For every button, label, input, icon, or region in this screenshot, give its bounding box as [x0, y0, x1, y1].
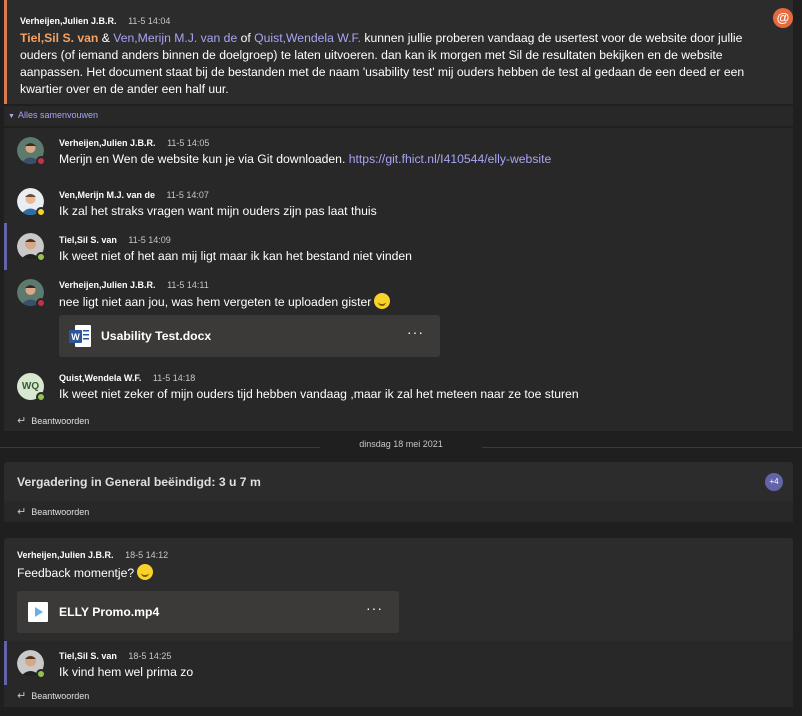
- video-file-icon: [28, 602, 48, 622]
- avatar[interactable]: [17, 188, 46, 217]
- reply-label: Beantwoorden: [31, 507, 90, 517]
- file-name: ELLY Promo.mp4: [59, 605, 160, 619]
- timestamp: 11-5 14:11: [167, 280, 209, 290]
- reply-message[interactable]: Verheijen,Julien J.B.R. 11-5 14:05 Merij…: [4, 128, 793, 179]
- message-text: Ik zal het straks vragen want mijn ouder…: [59, 204, 377, 218]
- author-name: Tiel,Sil S. van: [59, 651, 117, 661]
- message-header: Tiel,Sil S. van 11-5 14:09: [59, 235, 171, 245]
- message-header: Ven,Merijn M.J. van de 11-5 14:07: [59, 190, 209, 200]
- message-header: Verheijen,Julien J.B.R. 11-5 14:11: [59, 280, 209, 290]
- message-body: Feedback momentje?: [17, 564, 154, 580]
- reply-message[interactable]: Tiel,Sil S. van 11-5 14:09 Ik weet niet …: [4, 223, 793, 270]
- git-link[interactable]: https://git.fhict.nl/I410544/elly-websit…: [349, 152, 552, 166]
- file-name: Usability Test.docx: [101, 329, 212, 343]
- author-name: Verheijen,Julien J.B.R.: [59, 280, 156, 290]
- reply-arrow-icon: ↵: [17, 506, 27, 518]
- message-header: Quist,Wendela W.F. 11-5 14:18: [59, 373, 195, 383]
- author-name: Verheijen,Julien J.B.R.: [17, 550, 114, 560]
- root-message[interactable]: Verheijen,Julien J.B.R. 18-5 14:12 Feedb…: [4, 538, 793, 641]
- mention-merijn[interactable]: Ven,Merijn M.J. van de: [113, 31, 237, 45]
- at-mention-icon: @: [773, 8, 793, 28]
- reply-arrow-icon: ↵: [17, 415, 27, 427]
- reply-label: Beantwoorden: [31, 691, 90, 701]
- author-name: Verheijen,Julien J.B.R.: [59, 138, 156, 148]
- message-header: Verheijen,Julien J.B.R. 11-5 14:04: [20, 16, 170, 26]
- reply-button[interactable]: ↵ Beantwoorden: [17, 689, 89, 702]
- author-name: Verheijen,Julien J.B.R.: [20, 16, 117, 26]
- collapse-all-button[interactable]: ▼ Alles samenvouwen: [4, 106, 793, 126]
- thinking-emoji-icon: [374, 293, 391, 309]
- collapse-label: Alles samenvouwen: [17, 110, 98, 120]
- participants-badge[interactable]: +4: [765, 473, 783, 491]
- presence-available-icon: [36, 669, 46, 679]
- svg-text:W: W: [71, 332, 80, 342]
- message-text: Ik weet niet of het aan mij ligt maar ik…: [59, 249, 412, 263]
- presence-busy-icon: [36, 156, 46, 166]
- meeting-ended-card[interactable]: Vergadering in General beëindigd: 3 u 7 …: [4, 462, 793, 522]
- reply-message[interactable]: Verheijen,Julien J.B.R. 11-5 14:11 nee l…: [4, 270, 793, 366]
- meeting-footer: ↵ Beantwoorden: [4, 501, 793, 522]
- date-divider: dinsdag 18 mei 2021: [0, 439, 802, 455]
- file-attachment[interactable]: ELLY Promo.mp4 ···: [17, 591, 399, 633]
- timestamp: 11-5 14:09: [128, 235, 171, 245]
- message-body: Tiel,Sil S. van & Ven,Merijn M.J. van de…: [20, 30, 780, 98]
- avatar[interactable]: [17, 137, 46, 166]
- chevron-down-icon: ▼: [8, 113, 15, 120]
- reply-message[interactable]: Ven,Merijn M.J. van de 11-5 14:07 Ik zal…: [4, 179, 793, 223]
- avatar[interactable]: WQ: [17, 373, 46, 402]
- avatar[interactable]: [17, 279, 46, 308]
- message-text: Ik vind hem wel prima zo: [59, 665, 194, 679]
- smile-emoji-icon: [137, 564, 154, 580]
- message-header: Verheijen,Julien J.B.R. 18-5 14:12: [17, 550, 168, 560]
- file-attachment[interactable]: W Usability Test.docx ···: [59, 315, 440, 357]
- timestamp: 18-5 14:25: [128, 651, 172, 661]
- message-text: Feedback momentje?: [17, 566, 135, 580]
- mention-wendela[interactable]: Quist,Wendela W.F.: [254, 31, 361, 45]
- timestamp: 11-5 14:07: [166, 190, 209, 200]
- amp-text: &: [98, 31, 114, 45]
- message-text: nee ligt niet aan jou, was hem vergeten …: [59, 295, 372, 309]
- message-text: Merijn en Wen de website kun je via Git …: [59, 152, 349, 166]
- reply-footer: ↵ Beantwoorden: [4, 685, 793, 707]
- message-header: Tiel,Sil S. van 18-5 14:25: [59, 651, 171, 661]
- reply-arrow-icon: ↵: [17, 690, 27, 702]
- presence-away-icon: [36, 207, 46, 217]
- root-message[interactable]: Verheijen,Julien J.B.R. 11-5 14:04 Tiel,…: [4, 0, 793, 104]
- reply-label: Beantwoorden: [31, 416, 90, 426]
- author-name: Ven,Merijn M.J. van de: [59, 190, 156, 200]
- presence-busy-icon: [36, 298, 46, 308]
- date-label: dinsdag 18 mei 2021: [359, 439, 443, 449]
- timestamp: 11-5 14:05: [167, 138, 210, 148]
- timestamp: 11-5 14:18: [152, 373, 196, 383]
- message-body: Merijn en Wen de website kun je via Git …: [59, 152, 551, 166]
- timestamp: 18-5 14:12: [125, 550, 169, 560]
- avatar[interactable]: [17, 233, 46, 262]
- more-options-icon[interactable]: ···: [366, 600, 383, 616]
- reply-button[interactable]: ↵ Beantwoorden: [17, 505, 89, 518]
- of-text: of: [237, 31, 255, 45]
- author-name: Tiel,Sil S. van: [59, 235, 117, 245]
- reply-message[interactable]: WQ Quist,Wendela W.F. 11-5 14:18 Ik weet…: [4, 366, 793, 431]
- reply-button[interactable]: ↵ Beantwoorden: [17, 414, 89, 427]
- presence-available-icon: [36, 392, 46, 402]
- message-header: Verheijen,Julien J.B.R. 11-5 14:05: [59, 138, 209, 148]
- message-body: nee ligt niet aan jou, was hem vergeten …: [59, 293, 391, 309]
- mention-sil[interactable]: Tiel,Sil S. van: [20, 31, 98, 45]
- message-text: Ik weet niet zeker of mijn ouders tijd h…: [59, 387, 579, 401]
- word-document-icon: W: [69, 325, 91, 347]
- timestamp: 11-5 14:04: [128, 16, 171, 26]
- avatar[interactable]: [17, 650, 46, 679]
- meeting-title: Vergadering in General beëindigd: 3 u 7 …: [17, 475, 261, 489]
- author-name: Quist,Wendela W.F.: [59, 373, 142, 383]
- more-options-icon[interactable]: ···: [407, 324, 424, 340]
- presence-available-icon: [36, 252, 46, 262]
- reply-message[interactable]: Tiel,Sil S. van 18-5 14:25 Ik vind hem w…: [4, 641, 793, 685]
